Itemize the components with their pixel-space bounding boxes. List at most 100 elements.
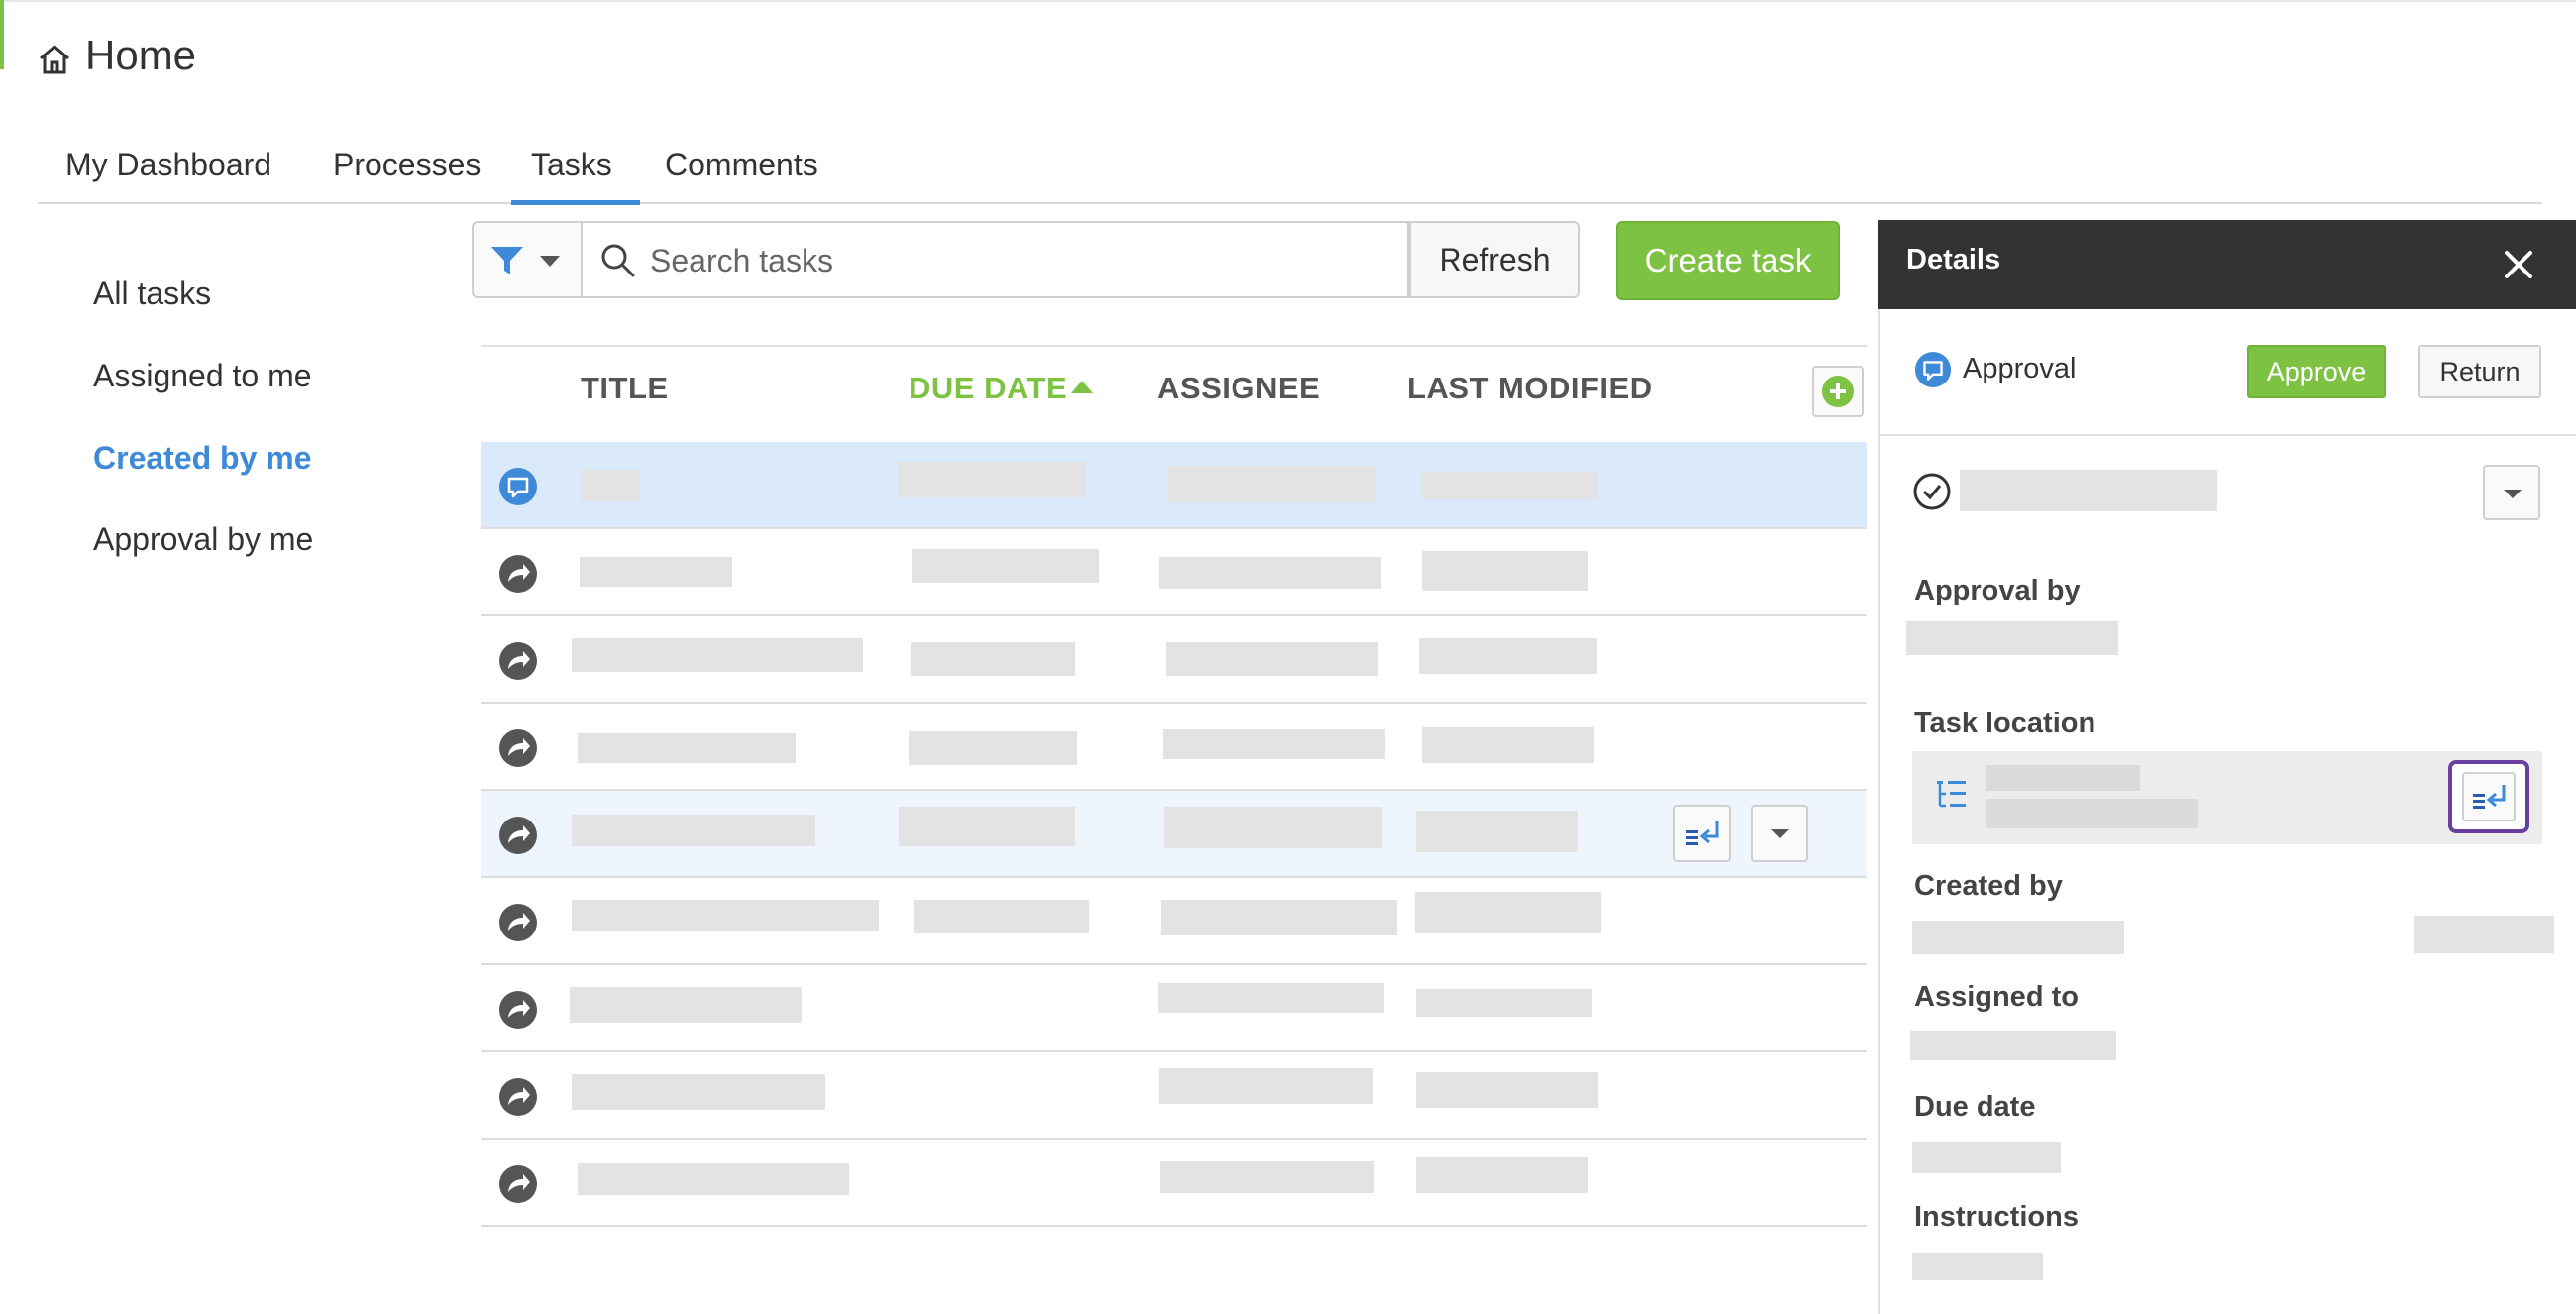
title-cell — [570, 987, 802, 1023]
search-box — [581, 221, 1409, 298]
sort-ascending-icon — [1071, 381, 1093, 393]
assignee-cell — [1159, 557, 1381, 589]
forward-arrow-icon — [499, 817, 537, 854]
column-header-title[interactable]: TITLE — [581, 371, 669, 406]
status-dropdown[interactable] — [2483, 465, 2540, 520]
filter-dropdown[interactable] — [472, 221, 581, 298]
table-top-border — [481, 345, 1867, 347]
close-icon[interactable] — [2499, 245, 2538, 284]
details-title: Details — [1906, 244, 2001, 275]
task-location-label: Task location — [1914, 708, 2096, 739]
assignee-cell — [1158, 983, 1384, 1013]
assignee-cell — [1161, 900, 1397, 935]
nav-created-by-me[interactable]: Created by me — [93, 440, 312, 477]
approval-icon — [499, 468, 537, 505]
tab-processes[interactable]: Processes — [333, 147, 481, 183]
due-date-value — [1912, 1142, 2061, 1173]
nav-assigned-to-me[interactable]: Assigned to me — [93, 358, 312, 394]
assignee-cell — [1160, 1161, 1374, 1193]
due-date-cell — [898, 462, 1086, 497]
create-task-button[interactable]: Create task — [1616, 221, 1840, 300]
last-modified-cell — [1416, 989, 1592, 1017]
chevron-down-icon — [1771, 829, 1789, 838]
column-header-assignee[interactable]: ASSIGNEE — [1157, 371, 1320, 406]
assignee-cell — [1163, 729, 1385, 759]
top-border — [0, 0, 2576, 2]
forward-arrow-icon — [499, 1165, 537, 1203]
due-date-cell — [911, 642, 1075, 676]
refresh-button[interactable]: Refresh — [1409, 221, 1580, 298]
assigned-to-value — [1910, 1031, 2116, 1060]
last-modified-cell — [1422, 551, 1588, 591]
approval-by-value — [1906, 621, 2118, 655]
assignee-cell — [1159, 1068, 1373, 1104]
approval-by-label: Approval by — [1914, 575, 2081, 606]
column-header-last-modified[interactable]: LAST MODIFIED — [1407, 371, 1653, 406]
nav-approval-by-me[interactable]: Approval by me — [93, 521, 313, 558]
home-icon — [40, 45, 69, 74]
approval-icon — [1914, 351, 1952, 388]
filter-icon — [491, 247, 523, 274]
due-date-cell — [914, 900, 1089, 933]
title-cell — [572, 815, 815, 846]
assignee-cell — [1164, 807, 1382, 848]
column-header-due-date[interactable]: DUE DATE — [909, 371, 1067, 406]
title-cell — [582, 470, 639, 501]
go-to-location-button[interactable] — [2448, 760, 2529, 833]
created-by-value — [1912, 921, 2124, 954]
created-date-value — [2414, 916, 2554, 953]
table-row[interactable] — [481, 704, 1867, 791]
table-row[interactable] — [481, 1140, 1867, 1227]
tab-my-dashboard[interactable]: My Dashboard — [65, 147, 271, 183]
last-modified-cell — [1416, 811, 1578, 852]
last-modified-cell — [1419, 638, 1597, 674]
go-to-location-button[interactable] — [1673, 805, 1731, 862]
row-options-dropdown[interactable] — [1751, 805, 1808, 862]
instructions-value — [1912, 1253, 2043, 1280]
table-row[interactable] — [481, 878, 1867, 965]
last-modified-cell — [1415, 892, 1601, 933]
nav-all-tasks[interactable]: All tasks — [93, 275, 211, 312]
title-cell — [572, 900, 879, 931]
forward-arrow-icon — [499, 991, 537, 1029]
add-column-button[interactable] — [1812, 366, 1864, 417]
chevron-down-icon — [540, 256, 560, 267]
table-row[interactable] — [481, 965, 1867, 1052]
forward-arrow-icon — [499, 642, 537, 680]
chevron-down-icon — [2504, 490, 2522, 498]
location-line-2 — [1986, 799, 2198, 828]
tab-comments[interactable]: Comments — [665, 147, 818, 183]
forward-arrow-icon — [499, 1078, 537, 1116]
forward-arrow-icon — [499, 555, 537, 593]
title-cell — [578, 1163, 849, 1195]
due-date-cell — [909, 731, 1077, 765]
tab-tasks[interactable]: Tasks — [511, 147, 640, 205]
title-cell — [572, 638, 863, 672]
return-button[interactable]: Return — [2418, 345, 2541, 398]
last-modified-cell — [1416, 1072, 1598, 1108]
title-cell — [580, 557, 732, 587]
table-row[interactable] — [481, 442, 1867, 529]
forward-arrow-icon — [499, 729, 537, 767]
table-row[interactable] — [481, 529, 1867, 616]
table-row[interactable] — [481, 616, 1867, 704]
table-row[interactable] — [481, 791, 1867, 878]
assignee-cell — [1167, 466, 1375, 503]
last-modified-cell — [1416, 1157, 1588, 1193]
assignee-cell — [1166, 642, 1378, 676]
last-modified-cell — [1422, 727, 1594, 763]
instructions-label: Instructions — [1914, 1201, 2079, 1233]
hierarchy-list-icon — [1937, 781, 1966, 808]
location-line-1 — [1986, 765, 2140, 791]
due-date-cell — [912, 549, 1099, 583]
assigned-to-label: Assigned to — [1914, 981, 2079, 1013]
accent-edge — [0, 0, 4, 69]
go-to-location-icon — [2473, 785, 2506, 809]
approve-button[interactable]: Approve — [2247, 345, 2386, 398]
go-to-location-icon — [1686, 821, 1719, 845]
due-date-cell — [899, 807, 1075, 846]
panel-divider — [1878, 434, 2576, 436]
last-modified-cell — [1422, 472, 1598, 499]
search-input[interactable] — [648, 237, 1385, 284]
table-row[interactable] — [481, 1052, 1867, 1140]
